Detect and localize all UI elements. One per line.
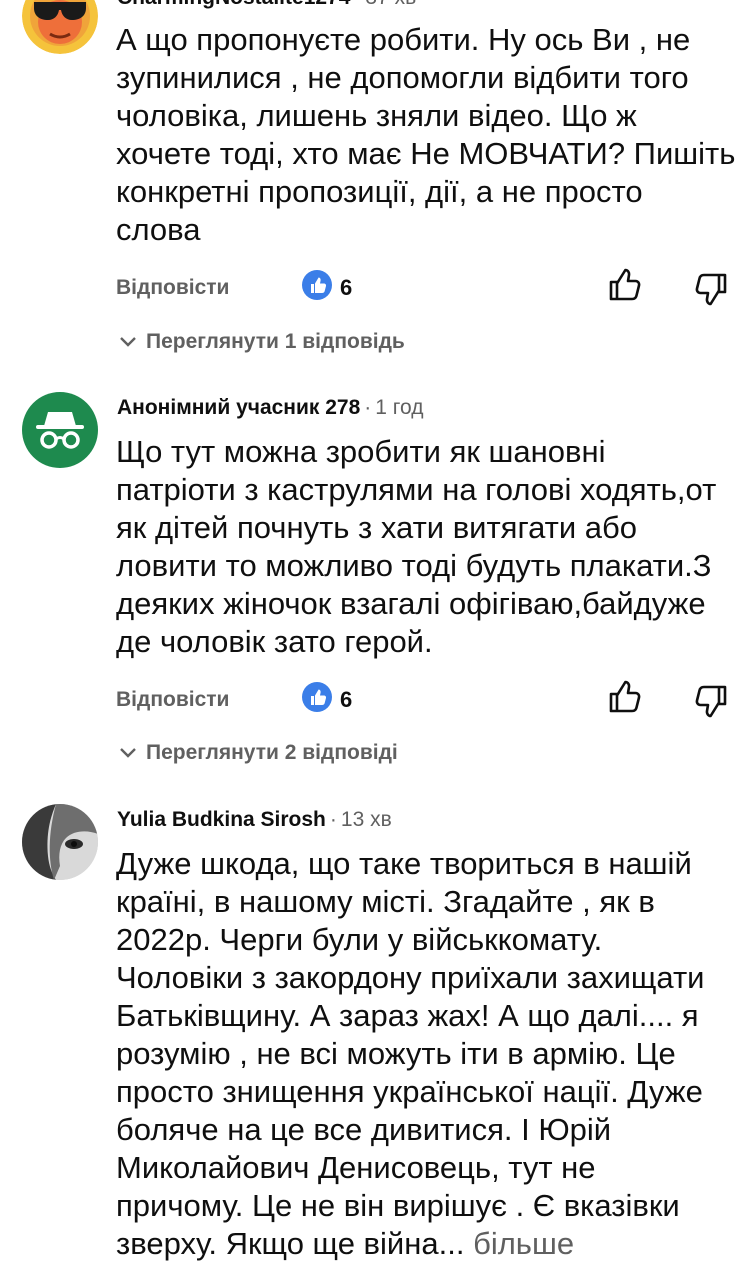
separator-dot: ·	[364, 396, 372, 419]
comment-text-content: Дуже шкода, що таке твориться в нашій кр…	[116, 846, 705, 1261]
read-more-link[interactable]: більше	[473, 1226, 574, 1261]
user-photo	[22, 804, 98, 880]
comment-text: Що тут можна зробити як шановні патріоти…	[116, 434, 717, 659]
author-name[interactable]: Анонімний учасник 278	[117, 396, 360, 419]
creator-like-badge-icon	[302, 682, 332, 712]
thumb-down-icon[interactable]	[693, 270, 729, 308]
comment-actions: Відповісти 6	[116, 680, 736, 724]
comment-text: А що пропонуєте робити. Ну ось Ви , не з…	[116, 22, 736, 247]
reply-button[interactable]: Відповісти	[116, 276, 229, 300]
sunglasses-face-emoji-icon	[22, 0, 98, 54]
view-replies-label: Переглянути 1 відповідь	[146, 330, 405, 353]
comment-time: 13 хв	[340, 808, 392, 831]
thumb-up-icon[interactable]	[607, 678, 643, 716]
comment-text: Дуже шкода, що таке твориться в нашій кр…	[116, 845, 736, 1263]
avatar[interactable]	[22, 392, 98, 468]
reply-button[interactable]: Відповісти	[116, 688, 229, 712]
comment-header: Анонімний учасник 278 · 1 год	[117, 396, 423, 420]
view-replies-button[interactable]: Переглянути 1 відповідь	[118, 330, 405, 354]
avatar[interactable]	[22, 804, 98, 880]
comment-actions: Відповісти 6	[116, 268, 736, 312]
creator-like-badge-icon	[302, 270, 332, 300]
separator-dot: ·	[354, 0, 361, 9]
thumb-down-icon[interactable]	[693, 682, 729, 720]
comment-time: 37 хв	[365, 0, 416, 9]
avatar[interactable]	[22, 0, 98, 54]
incognito-icon	[36, 412, 84, 449]
like-count: 6	[340, 687, 353, 712]
comment-header: Yulia Budkina Sirosh · 13 хв	[117, 808, 392, 832]
separator-dot: ·	[329, 808, 337, 831]
comment-time: 1 год	[375, 396, 424, 419]
chevron-down-icon	[120, 337, 136, 348]
chevron-down-icon	[120, 748, 136, 759]
view-replies-button[interactable]: Переглянути 2 відповіді	[118, 741, 398, 765]
author-name[interactable]: Yulia Budkina Sirosh	[117, 808, 326, 831]
like-count: 6	[340, 275, 353, 300]
view-replies-label: Переглянути 2 відповіді	[146, 741, 398, 764]
author-name[interactable]: CharmingNostalite1274	[117, 0, 350, 9]
thumb-up-icon[interactable]	[607, 266, 643, 304]
comment-header: CharmingNostalite1274 · 37 хв	[117, 0, 416, 10]
